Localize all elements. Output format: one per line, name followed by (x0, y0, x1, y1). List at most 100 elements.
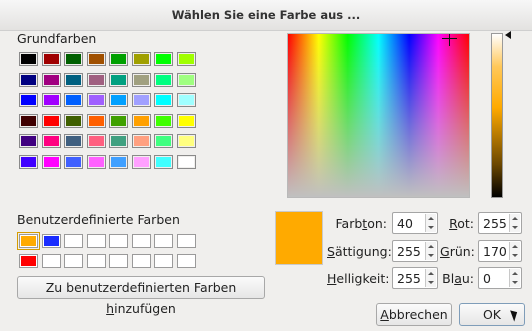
basic-color-swatch[interactable] (64, 93, 83, 107)
green-down-arrow-icon[interactable] (512, 254, 518, 257)
basic-color-swatch[interactable] (64, 72, 83, 87)
value-up-arrow-icon[interactable] (428, 272, 434, 275)
basic-color-swatch[interactable] (41, 113, 61, 128)
basic-color-swatch[interactable] (86, 52, 106, 66)
hue-spinbox[interactable]: 40 (392, 212, 438, 234)
basic-color-swatch[interactable] (41, 72, 61, 87)
custom-color-swatch[interactable] (86, 254, 106, 268)
basic-color-swatch[interactable] (19, 134, 38, 148)
basic-color-swatch[interactable] (41, 134, 61, 148)
basic-color-swatch[interactable] (109, 93, 128, 107)
swatch-fill (178, 54, 194, 64)
custom-color-swatch[interactable] (154, 234, 173, 248)
basic-color-swatch[interactable] (176, 113, 196, 128)
luminance-arrow-icon[interactable] (505, 31, 511, 39)
swatch-fill (178, 74, 194, 85)
saturation-spinbox[interactable]: 255 (392, 240, 438, 262)
basic-color-swatch[interactable] (109, 134, 128, 148)
blue-up-arrow-icon[interactable] (512, 272, 518, 275)
swatch-fill (88, 256, 104, 266)
custom-color-swatch[interactable] (109, 254, 128, 268)
blue-down-arrow-icon[interactable] (512, 281, 518, 284)
basic-color-swatch[interactable] (19, 72, 38, 87)
hue-down-arrow-icon[interactable] (428, 226, 434, 229)
basic-color-swatch[interactable] (109, 154, 128, 169)
saturation-up-arrow-icon[interactable] (428, 245, 434, 248)
color-dialog: Wählen Sie eine Farbe aus ... Grundfarbe… (0, 0, 532, 331)
basic-color-swatch[interactable] (131, 93, 151, 107)
basic-color-swatch[interactable] (131, 154, 151, 169)
add-custom-color-button[interactable]: Zu benutzerdefinierten Farben hinzufügen (17, 276, 265, 316)
basic-color-swatch[interactable] (19, 52, 38, 66)
value-down-arrow-icon[interactable] (428, 281, 434, 284)
custom-color-swatch[interactable] (176, 234, 196, 248)
basic-color-swatch[interactable] (41, 154, 61, 169)
basic-color-swatch[interactable] (19, 113, 38, 128)
basic-color-swatch[interactable] (41, 52, 61, 66)
custom-color-swatch[interactable] (64, 254, 83, 268)
red-spinbox[interactable]: 255 (478, 212, 522, 234)
basic-color-swatch[interactable] (131, 72, 151, 87)
basic-color-swatch[interactable] (131, 134, 151, 148)
custom-color-swatch[interactable] (86, 234, 106, 248)
swatch-fill (88, 115, 104, 126)
basic-color-swatch[interactable] (109, 113, 128, 128)
custom-color-swatch[interactable] (154, 254, 173, 268)
custom-color-swatch[interactable] (176, 254, 196, 268)
basic-color-swatch[interactable] (64, 113, 83, 128)
basic-color-swatch[interactable] (131, 113, 151, 128)
basic-color-swatch[interactable] (109, 72, 128, 87)
basic-color-swatch[interactable] (131, 52, 151, 66)
basic-color-swatch[interactable] (176, 154, 196, 169)
swatch-fill (111, 74, 126, 85)
custom-color-swatch[interactable] (109, 234, 128, 248)
window-title: Wählen Sie eine Farbe aus ... (171, 8, 361, 22)
basic-color-swatch[interactable] (64, 154, 83, 169)
color-spectrum[interactable] (287, 33, 470, 198)
basic-color-swatch[interactable] (154, 113, 173, 128)
basic-color-swatch[interactable] (176, 72, 196, 87)
basic-color-swatch[interactable] (154, 134, 173, 148)
basic-color-swatch[interactable] (154, 72, 173, 87)
hue-up-arrow-icon[interactable] (428, 217, 434, 220)
custom-color-swatch[interactable] (131, 234, 151, 248)
basic-color-swatch[interactable] (176, 134, 196, 148)
basic-color-swatch[interactable] (86, 72, 106, 87)
luminance-slider[interactable] (491, 33, 503, 198)
custom-color-swatch[interactable] (17, 232, 40, 250)
basic-color-swatch[interactable] (109, 52, 128, 66)
basic-color-swatch[interactable] (86, 134, 106, 148)
basic-color-swatch[interactable] (176, 52, 196, 66)
custom-color-swatch[interactable] (19, 254, 38, 268)
red-down-arrow-icon[interactable] (512, 226, 518, 229)
blue-spinbox[interactable]: 0 (478, 267, 522, 289)
basic-color-swatch[interactable] (41, 93, 61, 107)
custom-color-swatch[interactable] (41, 254, 61, 268)
red-up-arrow-icon[interactable] (512, 217, 518, 220)
saturation-down-arrow-icon[interactable] (428, 254, 434, 257)
basic-color-swatch[interactable] (176, 93, 196, 107)
green-spinbox[interactable]: 170 (478, 240, 522, 262)
basic-color-swatch[interactable] (86, 113, 106, 128)
swatch-fill (43, 256, 59, 266)
green-up-arrow-icon[interactable] (512, 245, 518, 248)
basic-color-swatch[interactable] (19, 154, 38, 169)
custom-color-swatch[interactable] (131, 254, 151, 268)
saturation-value: 255 (397, 244, 421, 259)
custom-color-swatch[interactable] (41, 234, 61, 248)
basic-color-swatch[interactable] (154, 154, 173, 169)
basic-color-swatch[interactable] (19, 93, 38, 107)
swatch-fill (21, 74, 36, 85)
swatch-fill (156, 95, 171, 105)
basic-color-swatch[interactable] (86, 154, 106, 169)
hue-value: 40 (397, 216, 413, 231)
cancel-button[interactable]: Abbrechen (376, 303, 452, 326)
value-value: 255 (397, 271, 421, 286)
custom-color-swatch[interactable] (64, 234, 83, 248)
value-spinbox[interactable]: 255 (392, 267, 438, 289)
basic-color-swatch[interactable] (86, 93, 106, 107)
basic-color-swatch[interactable] (154, 93, 173, 107)
basic-color-swatch[interactable] (64, 52, 83, 66)
basic-color-swatch[interactable] (64, 134, 83, 148)
basic-color-swatch[interactable] (154, 52, 173, 66)
